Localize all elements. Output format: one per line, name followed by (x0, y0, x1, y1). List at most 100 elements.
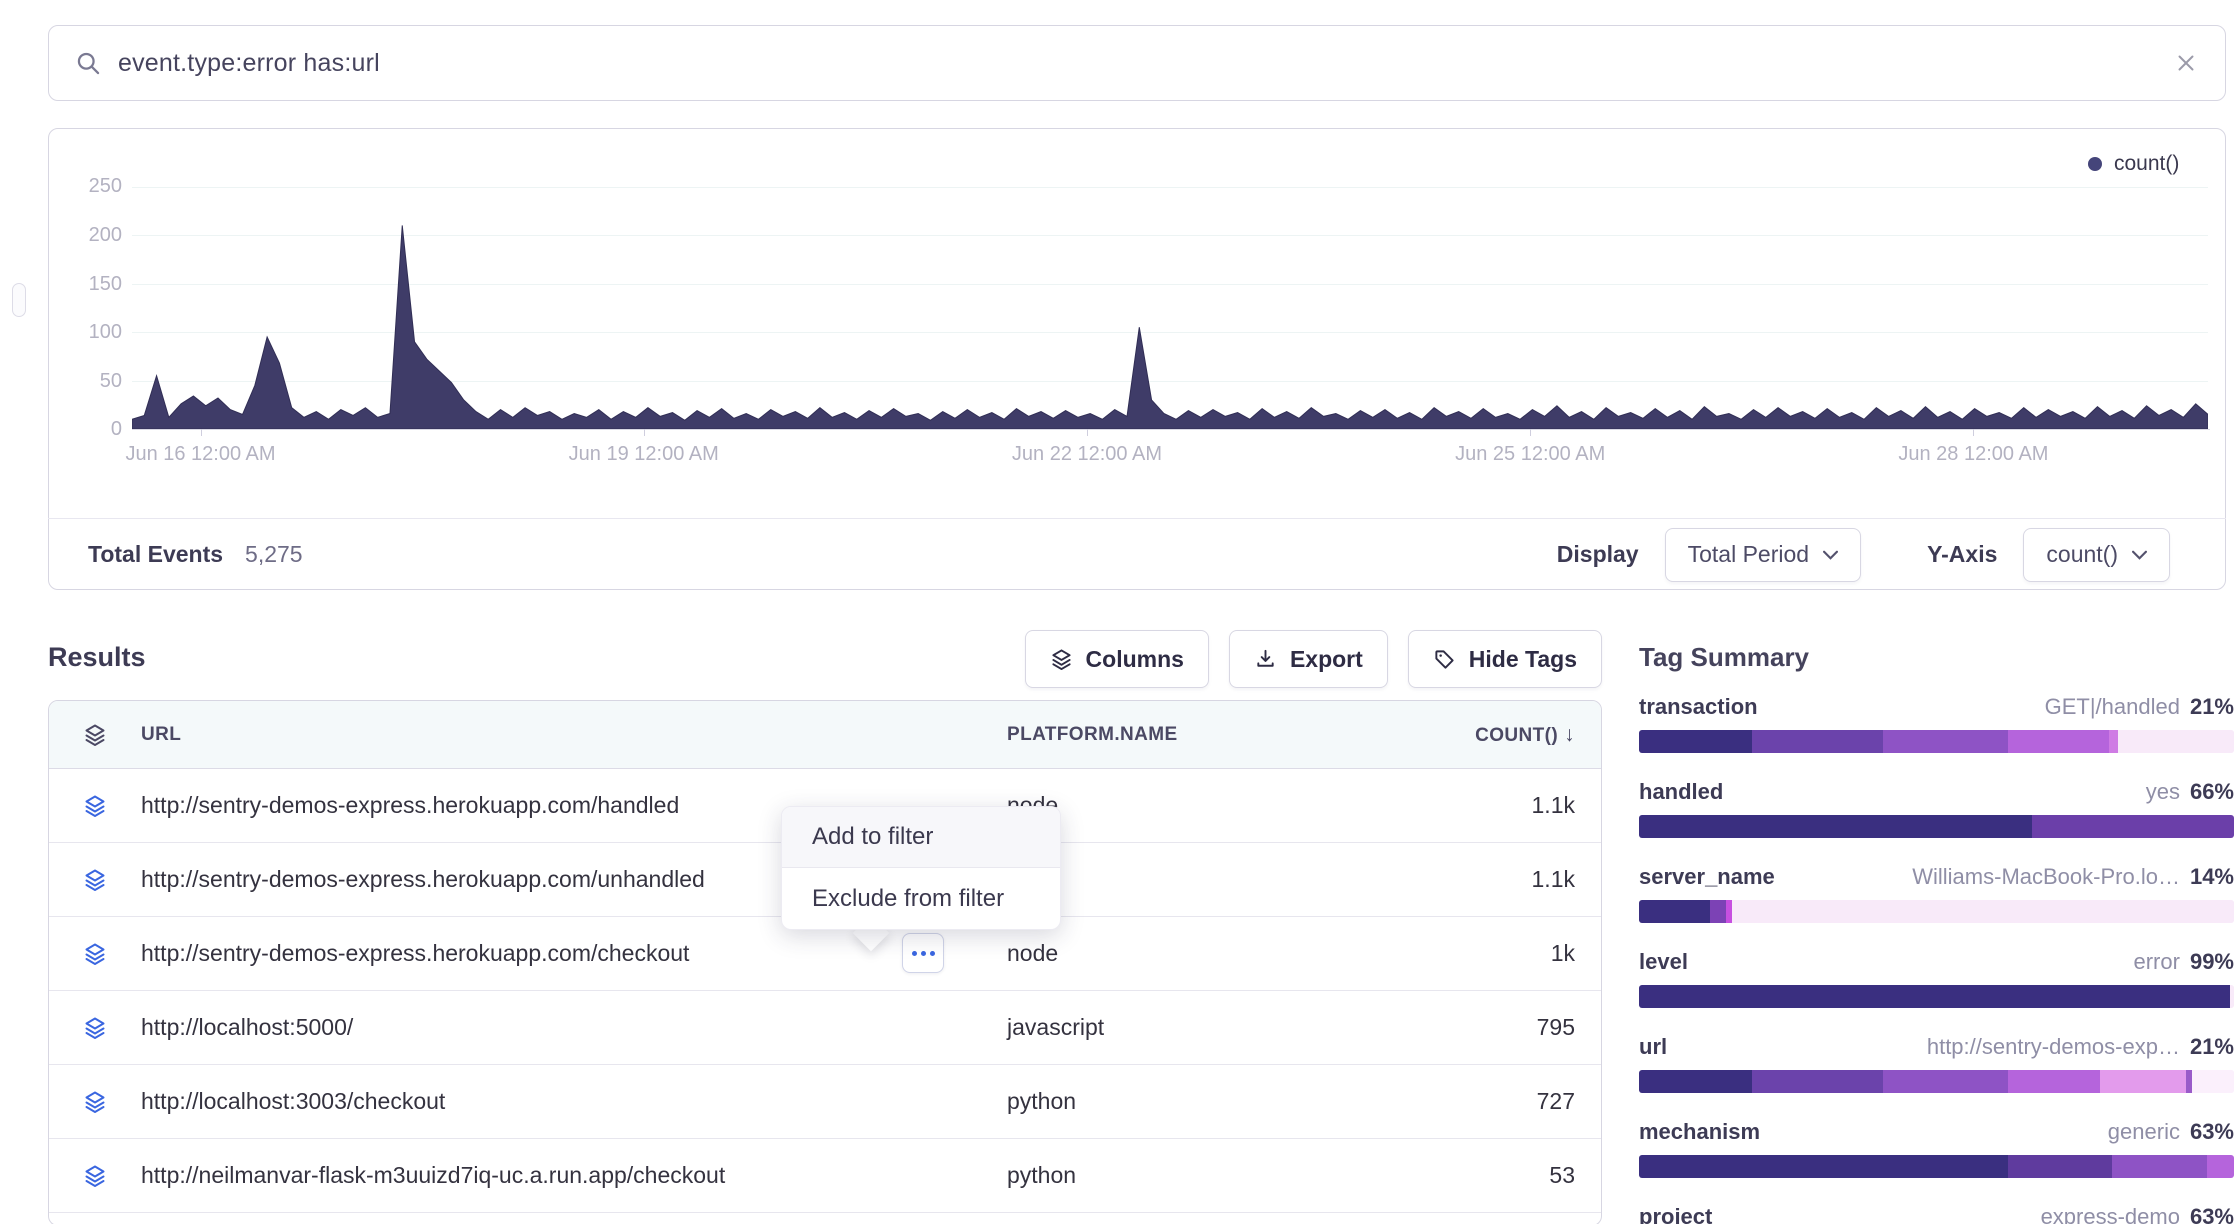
tag-distribution-bar[interactable] (1639, 815, 2234, 838)
x-axis: Jun 16 12:00 AMJun 19 12:00 AMJun 22 12:… (132, 429, 2208, 473)
chevron-down-icon (2132, 550, 2147, 560)
events-area-chart[interactable] (132, 177, 2208, 429)
tag-key[interactable]: url (1639, 1034, 1667, 1060)
tag-bar-segment (1639, 1155, 2008, 1178)
tag-key[interactable]: mechanism (1639, 1119, 1760, 1145)
tag-entry: server_name Williams-MacBook-Pro.lo… 14% (1639, 864, 2234, 923)
x-axis-label: Jun 22 12:00 AM (1012, 443, 1162, 466)
x-axis-tick (644, 429, 645, 436)
tag-bar-segment (2008, 1155, 2112, 1178)
count-cell[interactable]: 1.1k (1403, 792, 1602, 819)
table-row[interactable]: http://localhost:5000/ javascript 795 (49, 991, 1601, 1065)
table-row[interactable]: http://localhost:3003/checkout python 72… (49, 1065, 1601, 1139)
table-header-row: URL PLATFORM.NAME COUNT() ↓ (49, 701, 1601, 769)
stack-icon[interactable] (49, 942, 141, 966)
search-icon (75, 50, 102, 77)
count-cell[interactable]: 1.1k (1403, 866, 1602, 893)
tag-key[interactable]: handled (1639, 779, 1723, 805)
menu-item-exclude-from-filter[interactable]: Exclude from filter (782, 868, 1060, 929)
tag-distribution-bar[interactable] (1639, 900, 2234, 923)
clear-search-icon[interactable] (2173, 50, 2199, 76)
tag-top-value: yes (2146, 779, 2180, 805)
column-header-platform[interactable]: PLATFORM.NAME (1007, 724, 1403, 746)
tag-bar-segment (1883, 730, 2008, 753)
cell-actions-button[interactable] (902, 933, 944, 973)
tag-bar-segment (1710, 900, 1725, 923)
url-cell[interactable]: http://localhost:3003/checkout (141, 1088, 1007, 1115)
platform-cell[interactable]: python (1007, 1088, 1403, 1115)
platform-cell[interactable]: python (1007, 1162, 1403, 1189)
tag-bar-segment (1639, 985, 2230, 1008)
hide-tags-button-label: Hide Tags (1469, 646, 1577, 673)
tag-top-pct: 21% (2190, 1034, 2234, 1060)
chart-legend[interactable]: count() (2088, 152, 2179, 176)
columns-button-label: Columns (1086, 646, 1184, 673)
total-events-value: 5,275 (245, 541, 303, 568)
tag-bar-segment (1639, 1070, 1752, 1093)
hide-tags-button[interactable]: Hide Tags (1408, 630, 1602, 688)
tag-bar-segment (2109, 730, 2118, 753)
tag-bar-segment (2118, 730, 2234, 753)
tag-bar-segment (2008, 1070, 2100, 1093)
results-toolbar: Columns Export Hide Tags (1025, 630, 1602, 688)
tag-top-value: express-demo (2041, 1204, 2180, 1224)
legend-label: count() (2114, 152, 2179, 176)
tag-top-value: Williams-MacBook-Pro.lo… (1912, 864, 2180, 890)
x-axis-tick (1087, 429, 1088, 436)
tag-key[interactable]: server_name (1639, 864, 1775, 890)
count-cell[interactable]: 1k (1403, 940, 1602, 967)
columns-button[interactable]: Columns (1025, 630, 1209, 688)
tag-bar-segment (1752, 730, 1883, 753)
tag-key[interactable]: project (1639, 1204, 1712, 1224)
tag-bar-segment (1752, 1070, 1883, 1093)
column-header-url[interactable]: URL (141, 724, 1007, 746)
search-input[interactable] (118, 49, 2173, 78)
tag-bar-segment (2008, 730, 2109, 753)
url-cell[interactable]: http://localhost:5000/ (141, 1014, 1007, 1041)
search-bar[interactable] (48, 25, 2226, 101)
y-axis-select-value: count() (2046, 541, 2118, 568)
display-select[interactable]: Total Period (1665, 528, 1861, 582)
tag-entry: project express-demo 63% (1639, 1204, 2234, 1224)
tag-entry: transaction GET|/handled 21% (1639, 694, 2234, 753)
tag-distribution-bar[interactable] (1639, 1070, 2234, 1093)
chart-footer: Total Events 5,275 Display Total Period … (48, 518, 2226, 590)
tag-bar-segment (2192, 1070, 2234, 1093)
tag-top-value: GET|/handled (2045, 694, 2180, 720)
y-axis-label: 200 (38, 224, 122, 247)
platform-cell[interactable]: node (1007, 940, 1403, 967)
export-button[interactable]: Export (1229, 630, 1388, 688)
tag-key[interactable]: level (1639, 949, 1688, 975)
tag-summary-list: transaction GET|/handled 21% handled yes… (1639, 694, 2234, 1224)
panel-resize-handle[interactable] (12, 283, 26, 317)
stack-icon[interactable] (49, 1164, 141, 1188)
count-header-label: COUNT() (1475, 725, 1558, 746)
stack-icon[interactable] (49, 794, 141, 818)
tag-distribution-bar[interactable] (1639, 730, 2234, 753)
stack-icon[interactable] (49, 1016, 141, 1040)
platform-cell[interactable]: node (1007, 866, 1403, 893)
url-cell[interactable]: http://neilmanvar-flask-m3uuizd7iq-uc.a.… (141, 1162, 1007, 1189)
tag-distribution-bar[interactable] (1639, 1155, 2234, 1178)
tag-distribution-bar[interactable] (1639, 985, 2234, 1008)
y-axis-select[interactable]: count() (2023, 528, 2170, 582)
tag-key[interactable]: transaction (1639, 694, 1758, 720)
count-cell[interactable]: 727 (1403, 1088, 1602, 1115)
tag-top-pct: 66% (2190, 779, 2234, 805)
column-header-count[interactable]: COUNT() ↓ (1403, 723, 1602, 747)
x-axis-tick (1530, 429, 1531, 436)
platform-cell[interactable]: javascript (1007, 1014, 1403, 1041)
count-cell[interactable]: 795 (1403, 1014, 1602, 1041)
tag-bar-segment (2230, 985, 2234, 1008)
platform-cell[interactable]: node (1007, 792, 1403, 819)
stack-icon[interactable] (49, 1090, 141, 1114)
tag-entry: handled yes 66% (1639, 779, 2234, 838)
stack-icon[interactable] (49, 868, 141, 892)
count-cell[interactable]: 53 (1403, 1162, 1602, 1189)
table-row[interactable]: http://neilmanvar-flask-m3uuizd7iq-uc.a.… (49, 1139, 1601, 1213)
tag-bar-segment (1639, 815, 2032, 838)
sort-desc-icon: ↓ (1564, 723, 1575, 746)
menu-item-add-to-filter[interactable]: Add to filter (782, 807, 1060, 868)
legend-dot-icon (2088, 157, 2102, 171)
tag-entry: level error 99% (1639, 949, 2234, 1008)
